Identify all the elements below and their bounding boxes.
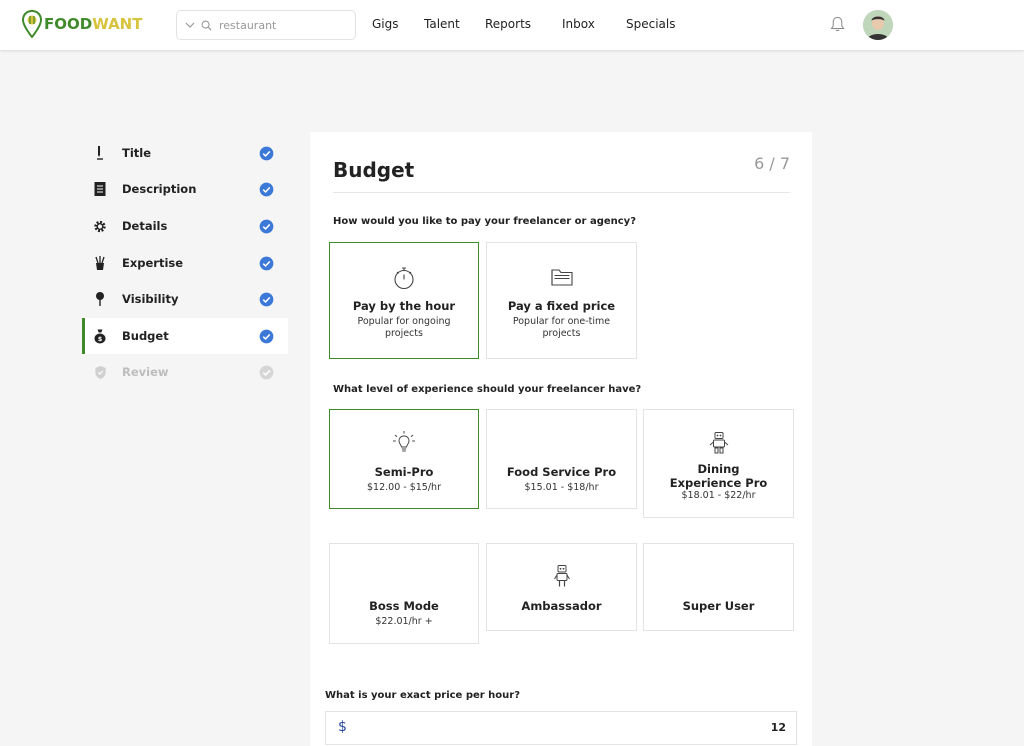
- check-badge-icon: [259, 365, 274, 379]
- stopwatch-icon: [394, 267, 414, 290]
- gear-icon: [93, 218, 107, 234]
- money-bag-icon: $: [93, 328, 107, 344]
- option-title: Pay a fixed price: [507, 299, 616, 313]
- svg-text:$: $: [98, 335, 103, 343]
- level-semi-pro[interactable]: Semi-Pro $12.00 - $15/hr: [329, 409, 479, 509]
- pay-hourly-option[interactable]: Pay by the hour Popular for ongoing proj…: [329, 242, 479, 359]
- level-price-range: $15.01 - $18/hr: [524, 482, 599, 493]
- level-food-service-pro[interactable]: Food Service Pro $15.01 - $18/hr: [486, 409, 637, 509]
- sidebar-step-label: Budget: [122, 329, 169, 343]
- pin-icon: [93, 291, 107, 307]
- level-title: Boss Mode: [369, 599, 439, 613]
- top-bar: FOODWANT Gigs Talent Reports Inbox Speci…: [0, 0, 1024, 50]
- level-title: Ambassador: [521, 599, 602, 613]
- sidebar-step-details[interactable]: Details: [82, 208, 288, 244]
- user-avatar-icon: [863, 10, 893, 40]
- check-badge-icon: [259, 146, 274, 160]
- level-ambassador[interactable]: Ambassador: [486, 543, 637, 631]
- sidebar-step-label: Review: [122, 365, 169, 379]
- search-box[interactable]: [176, 10, 356, 40]
- level-price-range: $22.01/hr +: [375, 616, 433, 627]
- level-title: Dining Experience Pro: [669, 462, 768, 490]
- pen-icon: [93, 145, 107, 161]
- logo[interactable]: FOODWANT: [22, 10, 142, 38]
- search-icon: [201, 20, 212, 31]
- currency-symbol: $: [338, 719, 347, 735]
- document-icon: [93, 181, 107, 197]
- level-title: Semi-Pro: [374, 465, 434, 479]
- level-dining-experience-pro[interactable]: Dining Experience Pro $18.01 - $22/hr: [643, 409, 794, 518]
- shield-icon: [93, 364, 107, 380]
- option-title: Pay by the hour: [352, 299, 456, 313]
- nav-gigs[interactable]: Gigs: [372, 17, 399, 31]
- sidebar-step-label: Title: [122, 146, 152, 160]
- step-counter: 6 / 7: [754, 154, 790, 173]
- search-input[interactable]: [219, 18, 339, 32]
- check-badge-icon: [259, 219, 274, 233]
- level-title: Food Service Pro: [506, 465, 617, 479]
- sidebar-step-expertise[interactable]: Expertise: [82, 245, 288, 281]
- sidebar-step-label: Description: [122, 182, 197, 196]
- sidebar-step-label: Visibility: [122, 292, 179, 306]
- sidebar-step-budget[interactable]: $ Budget: [82, 318, 288, 354]
- check-badge-icon: [259, 329, 274, 343]
- avatar[interactable]: [863, 10, 893, 40]
- nav-specials[interactable]: Specials: [626, 17, 676, 31]
- payment-type-question: How would you like to pay your freelance…: [333, 216, 636, 227]
- sidebar-step-title[interactable]: Title: [82, 135, 288, 171]
- option-subtitle: Popular for ongoing projects: [357, 316, 451, 339]
- page-title: Budget: [333, 158, 415, 182]
- nav-talent[interactable]: Talent: [424, 17, 460, 31]
- check-badge-icon: [259, 256, 274, 270]
- level-boss-mode[interactable]: Boss Mode $22.01/hr +: [329, 543, 479, 644]
- brand-name: FOODWANT: [44, 15, 143, 33]
- level-price-range: $18.01 - $22/hr: [681, 490, 756, 501]
- nav-inbox[interactable]: Inbox: [562, 17, 595, 31]
- sidebar-step-description[interactable]: Description: [82, 171, 288, 207]
- sidebar-step-label: Details: [122, 219, 168, 233]
- price-input[interactable]: $ 12: [325, 711, 797, 745]
- robot-small-icon: [553, 565, 570, 587]
- price-question: What is your exact price per hour?: [325, 690, 521, 701]
- chevron-down-icon[interactable]: [185, 20, 195, 30]
- pay-fixed-option[interactable]: Pay a fixed price Popular for one-time p…: [486, 242, 637, 359]
- experience-level-question: What level of experience should your fre…: [333, 384, 642, 395]
- bell-icon[interactable]: [830, 16, 845, 32]
- sidebar-step-visibility[interactable]: Visibility: [82, 281, 288, 317]
- sidebar-step-label: Expertise: [122, 256, 184, 270]
- level-super-user[interactable]: Super User: [643, 543, 794, 631]
- check-badge-icon: [259, 182, 274, 196]
- nav-reports[interactable]: Reports: [485, 17, 531, 31]
- robot-icon: [709, 432, 728, 454]
- folder-icon: [550, 269, 573, 286]
- sidebar-step-review[interactable]: Review: [82, 354, 288, 390]
- price-value[interactable]: 12: [771, 721, 786, 734]
- location-pin-icon: [22, 10, 42, 38]
- option-subtitle: Popular for one-time projects: [512, 316, 611, 339]
- check-badge-icon: [259, 292, 274, 306]
- divider: [333, 192, 790, 193]
- level-title: Super User: [682, 599, 755, 613]
- brushes-icon: [93, 255, 107, 271]
- budget-card: Budget 6 / 7 How would you like to pay y…: [310, 132, 812, 746]
- level-price-range: $12.00 - $15/hr: [367, 482, 441, 493]
- lightbulb-icon: [393, 431, 415, 452]
